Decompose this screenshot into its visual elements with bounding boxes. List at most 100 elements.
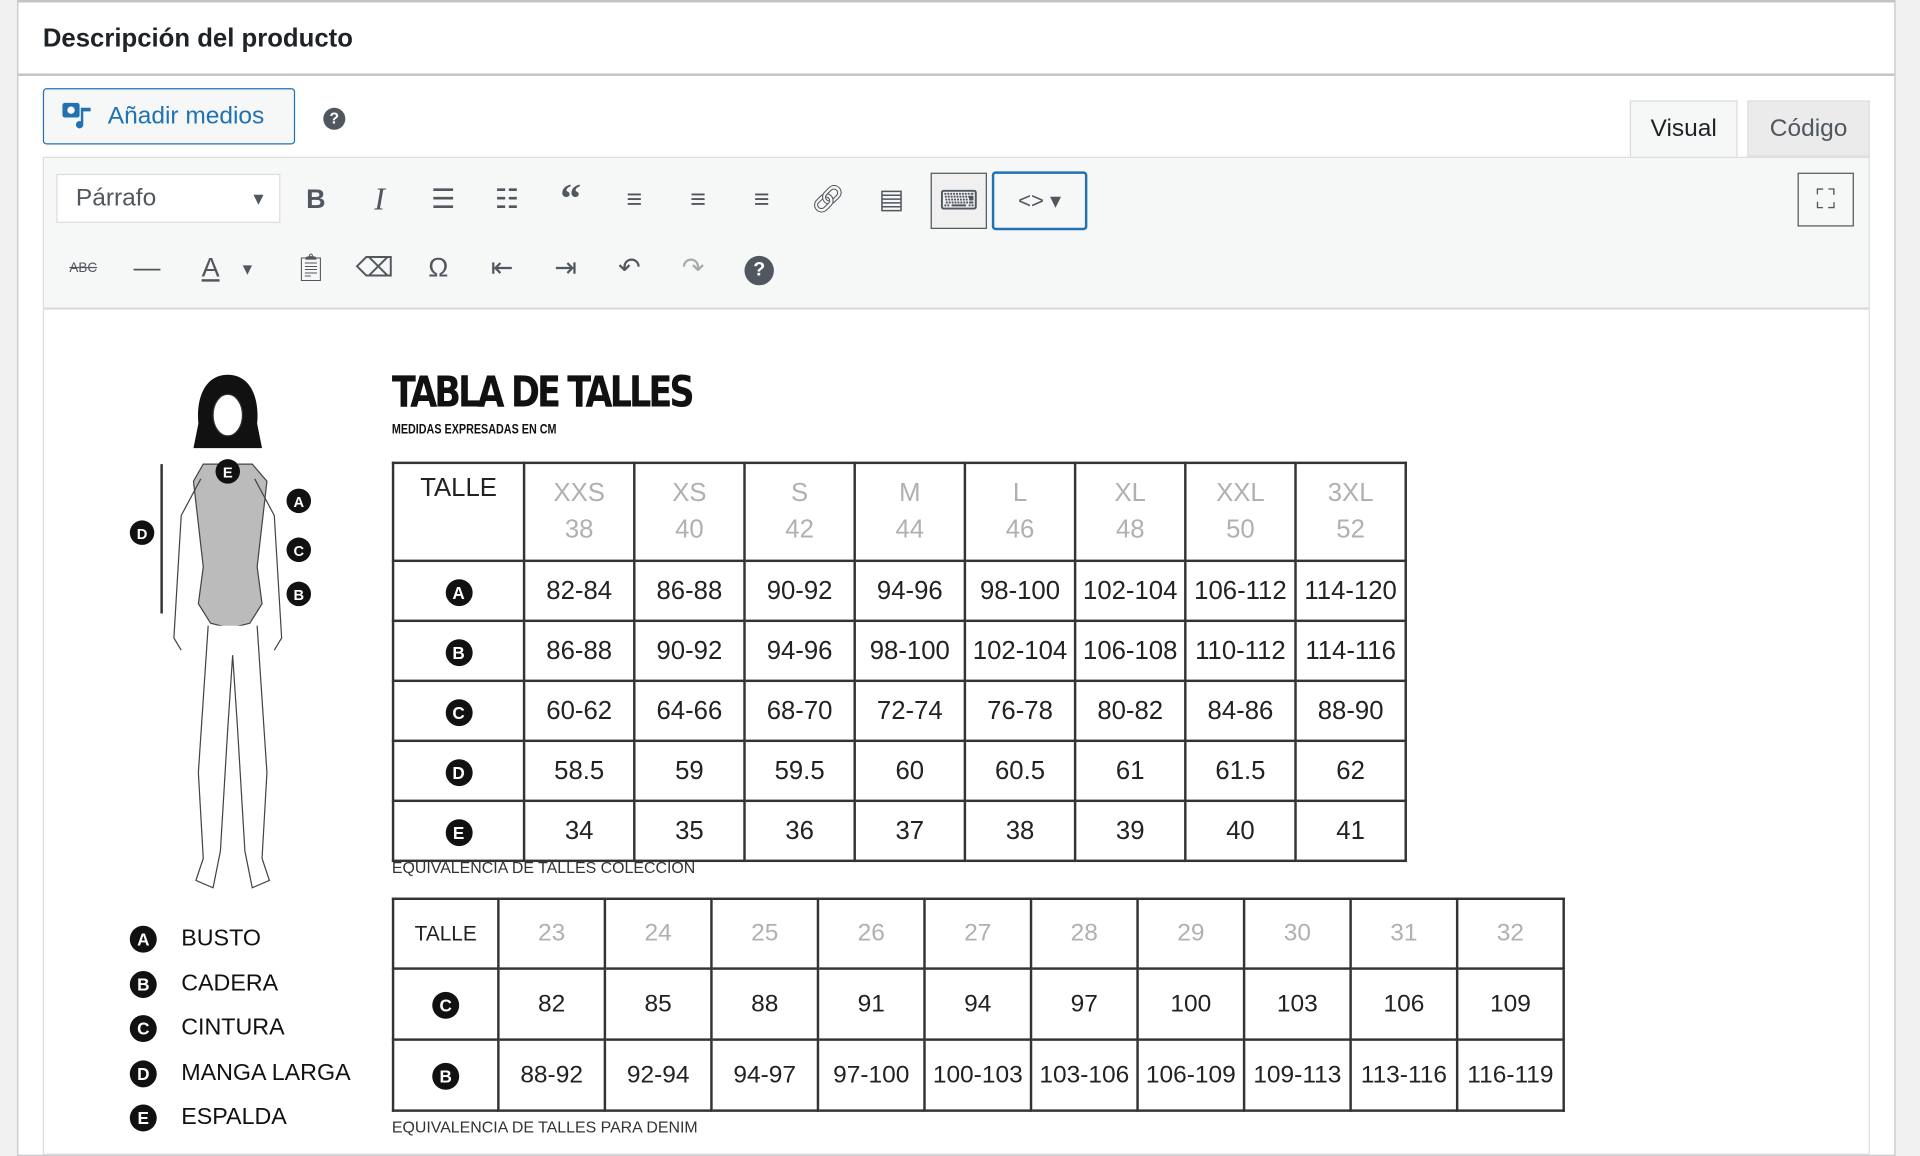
table-cell: 106-112	[1185, 561, 1295, 621]
table-cell: 114-120	[1296, 561, 1406, 621]
code-dropdown-button[interactable]: <> ▾	[992, 171, 1088, 230]
table-cell: 61.5	[1185, 741, 1295, 801]
legend-item: CCINTURA	[130, 1007, 351, 1052]
indent-icon[interactable]: ⇥	[544, 246, 588, 290]
editor-content[interactable]: E A C B D TABLA DE TALLES MEDIDAS EXPRES…	[44, 310, 1869, 1154]
row-letter: A	[445, 579, 472, 606]
special-character-icon[interactable]: Ω	[416, 246, 460, 290]
size-header: XL48	[1075, 463, 1185, 561]
size-label: XXL	[1187, 479, 1295, 508]
table-cell: 90-92	[744, 561, 854, 621]
read-more-icon[interactable]: ▤	[869, 178, 913, 222]
table-cell: 110-112	[1185, 621, 1295, 681]
size-header: 24	[605, 899, 712, 969]
table-cell: 106	[1351, 969, 1458, 1040]
align-right-icon[interactable]: ≡	[740, 178, 784, 222]
table-header-row: TALLE23242526272829303132	[393, 899, 1564, 969]
legend-letter: A	[130, 926, 157, 953]
table-row: B88-9292-9494-9797-100100-103103-106106-…	[393, 1040, 1564, 1111]
table-cell: 35	[634, 801, 744, 861]
table-cell: 100	[1138, 969, 1245, 1040]
row-letter-cell: D	[393, 741, 524, 801]
strikethrough-icon[interactable]: ABC	[61, 246, 105, 290]
numbered-list-icon[interactable]: ☷	[485, 178, 529, 222]
undo-icon[interactable]: ↶	[607, 246, 651, 290]
table-row: A82-8486-8890-9294-9698-100102-104106-11…	[393, 561, 1406, 621]
size-header: 29	[1138, 899, 1245, 969]
size-number: 46	[966, 516, 1074, 545]
size-number: 40	[636, 516, 744, 545]
legend-item: A BUSTO	[130, 917, 351, 962]
body-figure-illustration: E A C B D	[118, 369, 338, 896]
format-select[interactable]: Párrafo▼	[56, 174, 280, 223]
row-letter-cell: B	[393, 621, 524, 681]
paste-text-icon[interactable]: 📋︎	[289, 246, 333, 290]
editor-toolbar: Párrafo▼ B I ☰ ☷ “ ≡ ≡ ≡ 🔗︎ ▤ ⌨ <> ▾ ⛶ A…	[44, 158, 1869, 310]
bullet-list-icon[interactable]: ☰	[421, 178, 465, 222]
table-cell: 116-119	[1457, 1040, 1564, 1111]
table-cell: 109-113	[1244, 1040, 1351, 1111]
tab-visual[interactable]: Visual	[1630, 100, 1738, 156]
product-description-panel: Descripción del producto Añadir medios ?…	[17, 0, 1895, 1156]
align-left-icon[interactable]: ≡	[612, 178, 656, 222]
table-row: C60-6264-6668-7072-7476-7880-8284-8688-9…	[393, 681, 1406, 741]
table-cell: 91	[818, 969, 925, 1040]
size-header: XXS 38	[524, 463, 634, 561]
help-icon[interactable]: ?	[323, 108, 345, 130]
table-cell: 60.5	[965, 741, 1075, 801]
legend-item: EESPALDA	[130, 1096, 351, 1141]
fullscreen-icon[interactable]: ⛶	[1798, 173, 1854, 227]
divider	[18, 73, 1894, 75]
row-letter-cell: A	[393, 561, 524, 621]
size-label: XXS	[525, 479, 633, 508]
size-number: 38	[525, 516, 633, 545]
size-number: 42	[746, 516, 854, 545]
measurement-legend: ABUSTOBCADERACCINTURADMANGA LARGAEESPALD…	[130, 917, 351, 1140]
add-media-button[interactable]: Añadir medios	[43, 88, 295, 144]
table-cell: 94	[924, 969, 1031, 1040]
size-header: XS40	[634, 463, 744, 561]
table-cell: 86-88	[634, 561, 744, 621]
outdent-icon[interactable]: ⇤	[480, 246, 524, 290]
row-letter: B	[445, 639, 472, 666]
link-icon[interactable]: 🔗︎	[806, 178, 850, 222]
blockquote-icon[interactable]: “	[549, 178, 593, 222]
legend-letter: C	[130, 1015, 157, 1042]
tab-code[interactable]: Código	[1747, 100, 1869, 156]
size-chart-title: TABLA DE TALLES	[392, 369, 692, 418]
table-cell: 60-62	[524, 681, 634, 741]
size-header: 28	[1031, 899, 1138, 969]
table-cell: 64-66	[634, 681, 744, 741]
panel-title: Descripción del producto	[43, 24, 353, 53]
figure-letter: C	[293, 544, 304, 560]
table-cell: 82-84	[524, 561, 634, 621]
size-number: 52	[1297, 516, 1405, 545]
align-center-icon[interactable]: ≡	[676, 178, 720, 222]
clear-formatting-icon[interactable]: ⌫	[353, 246, 397, 290]
italic-icon[interactable]: I	[358, 178, 402, 222]
row-letter-cell: E	[393, 801, 524, 861]
size-header: M44	[855, 463, 965, 561]
size-label: M	[856, 479, 964, 508]
legend-label: CADERA	[181, 971, 278, 998]
table-cell: 103-106	[1031, 1040, 1138, 1111]
size-label: L	[966, 479, 1074, 508]
toolbar-toggle-icon[interactable]: ⌨	[931, 173, 987, 229]
table-cell: 98-100	[855, 621, 965, 681]
table-cell: 100-103	[924, 1040, 1031, 1111]
table-cell: 37	[855, 801, 965, 861]
text-color-chevron-icon[interactable]: ▼	[235, 246, 259, 290]
keyboard-help-icon[interactable]: ?	[744, 256, 773, 285]
table-cell: 60	[855, 741, 965, 801]
talle-header: TALLE	[393, 463, 524, 561]
size-header: XXL50	[1185, 463, 1295, 561]
table-cell: 88-92	[498, 1040, 605, 1111]
legend-label: BUSTO	[181, 926, 261, 953]
horizontal-line-icon[interactable]: —	[125, 246, 169, 290]
text-color-icon[interactable]: A	[189, 246, 233, 290]
table-cell: 92-94	[605, 1040, 712, 1111]
bold-icon[interactable]: B	[294, 178, 338, 222]
redo-icon[interactable]: ↷	[671, 246, 715, 290]
legend-label: ESPALDA	[181, 1105, 287, 1132]
legend-label: MANGA LARGA	[181, 1060, 350, 1087]
